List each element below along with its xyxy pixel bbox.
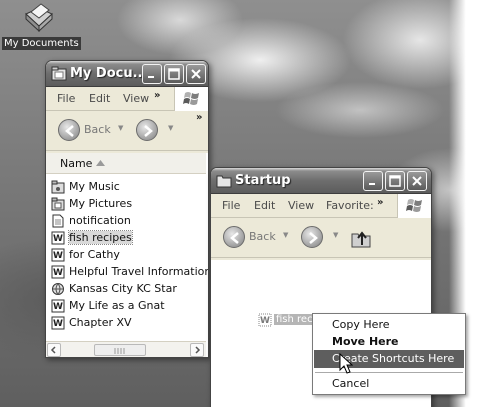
word-document-icon: W xyxy=(51,299,65,313)
file-item[interactable]: W Chapter XV xyxy=(51,315,201,332)
menu-file[interactable]: File xyxy=(222,199,240,212)
file-name: notification xyxy=(69,214,131,227)
svg-text:W: W xyxy=(260,316,270,326)
back-button[interactable] xyxy=(223,226,245,248)
mouse-pointer-icon xyxy=(339,353,353,374)
file-name: My Music xyxy=(69,180,120,193)
menu-item-move-here[interactable]: Move Here xyxy=(314,333,464,351)
file-item[interactable]: W Helpful Travel Information xyxy=(51,264,208,281)
back-dropdown-icon[interactable]: ▼ xyxy=(283,231,288,239)
dragged-file-label: fish reci xyxy=(274,314,318,325)
horizontal-scrollbar[interactable] xyxy=(46,341,206,357)
folder-icon xyxy=(51,66,67,81)
scrollbar-thumb[interactable] xyxy=(94,344,146,356)
column-header-label: Name xyxy=(60,157,93,170)
menu-separator xyxy=(315,372,463,373)
menu-overflow-chevron-icon[interactable]: » xyxy=(377,197,383,208)
close-button[interactable] xyxy=(186,64,206,84)
word-document-icon: W xyxy=(51,231,65,245)
window-title: My Docu... xyxy=(70,66,148,81)
scroll-left-arrow-icon[interactable] xyxy=(47,343,61,357)
maximize-button[interactable] xyxy=(385,171,405,191)
title-bar[interactable]: My Docu... xyxy=(46,61,208,87)
menu-view[interactable]: View xyxy=(288,199,314,212)
back-dropdown-icon[interactable]: ▼ xyxy=(118,124,123,132)
title-bar[interactable]: Startup xyxy=(211,168,431,194)
column-header-name[interactable]: Name xyxy=(46,153,206,174)
my-documents-window[interactable]: My Docu... File Edit View » Back ▼ ▼ » N… xyxy=(45,60,209,358)
folder-icon xyxy=(216,173,232,188)
forward-button[interactable] xyxy=(301,226,323,248)
window-title: Startup xyxy=(235,173,291,188)
drop-context-menu: Copy Here Move Here Create Shortcuts Her… xyxy=(312,313,466,395)
file-name: for Cathy xyxy=(69,248,120,261)
up-folder-button[interactable] xyxy=(349,226,373,250)
file-item[interactable]: W My Life as a Gnat xyxy=(51,298,201,315)
menu-edit[interactable]: Edit xyxy=(254,199,275,212)
word-document-icon: W xyxy=(51,248,65,262)
back-label[interactable]: Back xyxy=(249,230,276,243)
forward-dropdown-icon[interactable]: ▼ xyxy=(333,231,338,239)
minimize-button[interactable] xyxy=(142,64,162,84)
svg-text:W: W xyxy=(53,302,63,312)
sort-ascending-icon xyxy=(96,160,105,166)
scroll-right-arrow-icon[interactable] xyxy=(190,343,204,357)
menu-file[interactable]: File xyxy=(57,92,75,105)
file-name: Helpful Travel Information xyxy=(69,265,209,278)
back-button[interactable] xyxy=(58,119,80,141)
toolbar-overflow-chevron-icon[interactable]: » xyxy=(196,112,202,123)
file-item[interactable]: notification xyxy=(51,213,201,230)
svg-text:W: W xyxy=(53,319,63,329)
file-item[interactable]: My Pictures xyxy=(51,196,201,213)
close-button[interactable] xyxy=(407,171,427,191)
file-name: fish recipes xyxy=(68,230,133,245)
up-folder-icon xyxy=(351,231,371,248)
file-name: My Life as a Gnat xyxy=(69,299,165,312)
forward-dropdown-icon[interactable]: ▼ xyxy=(168,124,173,132)
back-label[interactable]: Back xyxy=(84,123,111,136)
word-document-icon: W xyxy=(51,265,65,279)
desktop-icon-my-documents[interactable]: My Documents xyxy=(2,2,81,54)
menu-item-cancel[interactable]: Cancel xyxy=(314,375,464,393)
forward-button[interactable] xyxy=(136,119,158,141)
file-item[interactable]: W for Cathy xyxy=(51,247,201,264)
menu-bar: File Edit View » xyxy=(46,87,208,111)
menu-item-create-shortcuts-here[interactable]: Create Shortcuts Here xyxy=(314,350,464,368)
file-name: Chapter XV xyxy=(69,316,132,329)
menu-bar: File Edit View Favorite: » xyxy=(211,194,431,218)
toolbar: Back ▼ ▼ xyxy=(211,218,431,258)
file-item[interactable]: Kansas City KC Star xyxy=(51,281,201,298)
menu-view[interactable]: View xyxy=(123,92,149,105)
file-list-pane: Name My Music My Pictures notification W… xyxy=(46,153,208,357)
menu-item-copy-here[interactable]: Copy Here xyxy=(314,316,464,334)
maximize-button[interactable] xyxy=(164,64,184,84)
document-icon xyxy=(52,214,64,228)
menu-overflow-chevron-icon[interactable]: » xyxy=(154,90,160,101)
svg-text:W: W xyxy=(53,268,63,278)
word-document-icon: W xyxy=(258,313,272,327)
folder-documents-icon xyxy=(23,2,55,33)
folder-music-icon xyxy=(51,180,65,194)
menu-edit[interactable]: Edit xyxy=(89,92,110,105)
menu-favorites[interactable]: Favorite: xyxy=(326,199,374,212)
minimize-button[interactable] xyxy=(363,171,383,191)
toolbar: Back ▼ ▼ » xyxy=(46,111,208,151)
file-item-selected[interactable]: W fish recipes xyxy=(51,230,201,247)
windows-logo-icon xyxy=(174,87,208,111)
file-item[interactable]: My Music xyxy=(51,179,201,196)
file-name: Kansas City KC Star xyxy=(69,282,177,295)
svg-text:W: W xyxy=(53,234,63,244)
file-name: My Pictures xyxy=(69,197,133,210)
internet-shortcut-icon xyxy=(52,283,64,295)
word-document-icon: W xyxy=(51,316,65,330)
svg-text:W: W xyxy=(53,251,63,261)
folder-pictures-icon xyxy=(51,197,65,211)
windows-logo-icon xyxy=(397,194,431,218)
desktop-icon-label: My Documents xyxy=(2,37,81,50)
